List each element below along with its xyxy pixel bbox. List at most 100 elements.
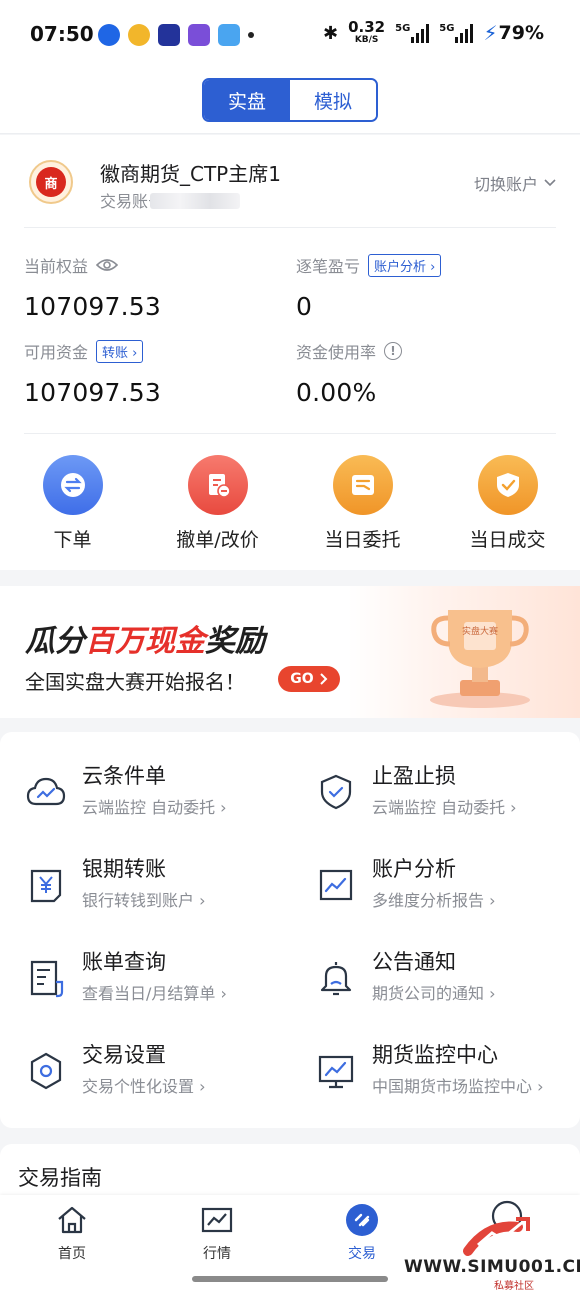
banner-headline: 瓜分百万现金奖励 [25, 616, 265, 660]
tool-subtitle-text: 查看当日/月结算单 [82, 984, 216, 1003]
bluetooth-icon: ✱ [323, 22, 339, 44]
tool-title: 公告通知 [372, 950, 456, 974]
trophy-text: 实盘大赛 [462, 625, 498, 637]
nav-trade[interactable]: 交易 [317, 1203, 407, 1263]
tool-subtitle: 银行转钱到账户 › [82, 891, 206, 910]
account-analysis-link[interactable]: 账户分析 › [368, 253, 442, 277]
switch-account-label: 切换账户 [473, 175, 538, 194]
cloud-chart-icon [26, 777, 66, 806]
banner-headline-b: 百万现金 [85, 624, 205, 659]
tool-trade-settings[interactable]: 交易设置 交易个性化设置 › [0, 1039, 280, 1119]
charging-icon: ⚡ [483, 21, 498, 45]
chevron-down-icon [544, 179, 556, 187]
home-indicator[interactable] [192, 1276, 388, 1282]
tool-futures-monitoring-center[interactable]: 期货监控中心 中国期货市场监控中心 › [290, 1039, 570, 1119]
today-trades-button[interactable]: 当日成交 [435, 455, 580, 552]
switch-account-button[interactable]: 切换账户 [474, 171, 556, 195]
line-chart-icon [319, 869, 353, 901]
account-card: 商 徽商期货_CTP主席1 交易账号 切换账户 当前权益 107097.53 逐… [0, 135, 580, 570]
tool-take-profit-stop-loss[interactable]: 止盈止损 云端监控 自动委托 › [290, 760, 570, 840]
equity-label: 当前权益 [24, 257, 89, 276]
sticker-notification-icon [188, 24, 210, 46]
hexagon-settings-icon [30, 1052, 62, 1090]
broker-logo: 商 [29, 160, 73, 204]
info-icon[interactable]: ! [384, 342, 403, 360]
shield-check-icon [477, 455, 538, 515]
available-label-row: 可用资金 转账 › [24, 339, 144, 363]
tool-subtitle-text: 期货公司的通知 [372, 984, 485, 1003]
signal-bars-icon [455, 23, 474, 43]
tab-simulation[interactable]: 模拟 [290, 80, 376, 120]
mode-toggle: 实盘 模拟 [202, 78, 378, 122]
chevron-right-icon [319, 673, 328, 685]
usage-label-row: 资金使用率 ! [296, 339, 403, 363]
signal-2: 5G [439, 23, 474, 43]
tool-title: 云条件单 [82, 764, 166, 788]
tool-title: 止盈止损 [372, 764, 456, 788]
tool-subtitle: 交易个性化设置 › [82, 1077, 206, 1096]
contest-banner[interactable]: 瓜分百万现金奖励 全国实盘大赛开始报名！ GO 实盘大赛 [0, 586, 580, 718]
signal-bars-icon [411, 23, 430, 43]
tool-title: 交易设置 [82, 1043, 166, 1067]
today-trades-label: 当日成交 [469, 529, 546, 551]
nav-home[interactable]: 首页 [27, 1203, 117, 1263]
tool-title: 期货监控中心 [372, 1043, 498, 1067]
nav-market-label: 行情 [203, 1246, 231, 1262]
nav-market[interactable]: 行情 [172, 1203, 262, 1263]
weibo-notification-icon [128, 24, 150, 46]
bill-icon [30, 960, 64, 998]
tool-bill-query[interactable]: 账单查询 查看当日/月结算单 › [0, 946, 280, 1026]
net-speed-unit: KB/S [354, 35, 379, 45]
swap-arrows-icon [42, 455, 103, 515]
tool-subtitle: 中国期货市场监控中心 › [372, 1077, 544, 1096]
more-dot-icon [248, 32, 254, 38]
nav-home-label: 首页 [58, 1246, 86, 1262]
available-value: 107097.53 [24, 378, 161, 407]
trophy-icon: 实盘大赛 [430, 610, 530, 708]
equity-label-row: 当前权益 [24, 253, 119, 277]
tool-subtitle-text: 交易个性化设置 [82, 1077, 195, 1096]
tool-bank-futures-transfer[interactable]: 银期转账 银行转钱到账户 › [0, 853, 280, 933]
divider [24, 433, 556, 434]
net-speed-value: 0.32 [348, 18, 386, 36]
pnl-value: 0 [296, 292, 313, 321]
tool-subtitle-text: 中国期货市场监控中心 [372, 1077, 533, 1096]
divider [24, 227, 556, 228]
today-orders-button[interactable]: 当日委托 [290, 455, 435, 552]
broker-logo-mark: 商 [36, 167, 66, 197]
banner-go-label: GO [290, 671, 314, 687]
market-chart-icon [201, 1207, 233, 1233]
place-order-label: 下单 [53, 529, 92, 551]
tool-announcements[interactable]: 公告通知 期货公司的通知 › [290, 946, 570, 1026]
tool-subtitle-text: 云端监控 自动委托 [372, 798, 506, 817]
notification-icons [98, 24, 254, 46]
tool-subtitle: 查看当日/月结算单 › [82, 984, 227, 1003]
banner-subline: 全国实盘大赛开始报名！ [25, 670, 245, 694]
weather-notification-icon [218, 24, 240, 46]
home-icon [58, 1206, 86, 1234]
signal-1: 5G [395, 23, 430, 43]
cancel-modify-button[interactable]: 撤单/改价 [145, 455, 290, 552]
battery-level: 79% [498, 22, 544, 44]
watermark: WWW.SIMU001.CN 私募社区 [400, 1215, 580, 1293]
tool-cloud-condition-order[interactable]: 云条件单 云端监控 自动委托 › [0, 760, 280, 840]
tool-subtitle: 多维度分析报告 › [372, 891, 496, 910]
tool-subtitle-text: 云端监控 自动委托 [82, 798, 216, 817]
shield-check-icon [320, 774, 352, 810]
equity-value: 107097.53 [24, 292, 161, 321]
tab-real[interactable]: 实盘 [204, 80, 290, 120]
banner-go-button[interactable]: GO [278, 666, 340, 692]
place-order-button[interactable]: 下单 [0, 455, 145, 552]
watermark-text: WWW.SIMU001.CN [404, 1257, 580, 1277]
account-analysis-label: 账户分析 [374, 259, 427, 275]
transfer-link[interactable]: 转账 › [96, 339, 144, 363]
monitor-chart-icon [318, 1055, 354, 1089]
tool-subtitle: 云端监控 自动委托 › [82, 798, 227, 817]
eye-icon[interactable] [96, 258, 119, 272]
tool-account-analysis[interactable]: 账户分析 多维度分析报告 › [290, 853, 570, 933]
clock: 07:50 [30, 22, 94, 46]
tool-title: 账单查询 [82, 950, 166, 974]
trading-guide-title: 交易指南 [18, 1166, 102, 1190]
available-label: 可用资金 [24, 343, 89, 362]
nav-trade-label: 交易 [348, 1246, 376, 1262]
